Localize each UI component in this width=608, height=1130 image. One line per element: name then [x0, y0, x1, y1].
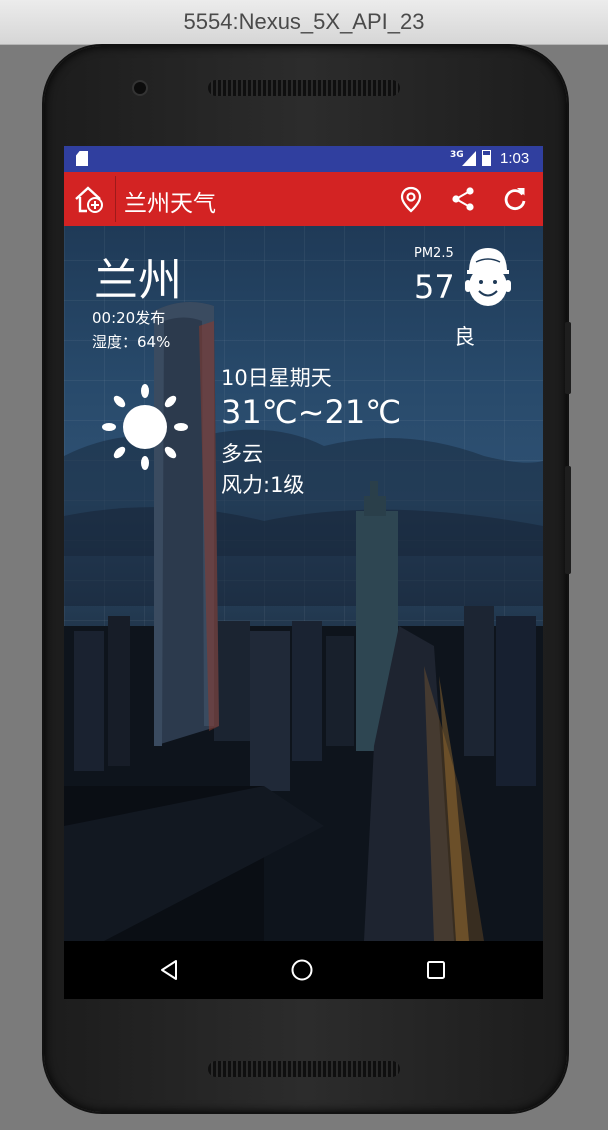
app-toolbar: 兰州天气 — [64, 172, 543, 226]
signal-icon — [462, 151, 476, 166]
publish-time: 00:20发布 — [92, 309, 166, 327]
sd-card-icon — [76, 151, 88, 166]
weather-content: 兰州 00:20发布 湿度：64% PM2.5 57 良 10日星期天 31℃~… — [64, 226, 543, 941]
humidity: 湿度：64% — [92, 333, 171, 351]
status-time: 1:03 — [500, 150, 530, 167]
volume-button[interactable] — [565, 322, 571, 394]
share-icon[interactable] — [449, 185, 477, 213]
pm25-value: 57 — [414, 268, 455, 306]
phone-screen: 3G 1:03 兰州天气 兰州 00:20发布 湿度：64% PM2.5 57 … — [64, 146, 543, 999]
back-icon[interactable] — [157, 958, 181, 982]
air-quality: 良 — [454, 325, 475, 349]
top-speaker — [208, 80, 400, 96]
temperature-range: 31℃~21℃ — [221, 393, 402, 431]
weather-condition: 多云 — [221, 442, 263, 466]
navigation-bar — [64, 941, 543, 999]
power-button[interactable] — [565, 466, 571, 574]
smiley-face-icon — [465, 248, 511, 306]
window-title: 5554:Nexus_5X_API_23 — [183, 9, 425, 34]
recents-icon[interactable] — [424, 958, 448, 982]
network-type: 3G — [450, 150, 464, 160]
pm25-label: PM2.5 — [414, 246, 454, 261]
toolbar-divider — [115, 176, 116, 222]
front-camera — [134, 82, 146, 94]
home-icon[interactable] — [290, 958, 314, 982]
bottom-speaker — [208, 1061, 400, 1077]
home-add-icon[interactable] — [74, 185, 104, 213]
city-name: 兰州 — [94, 255, 182, 306]
emulator-title-bar: 5554:Nexus_5X_API_23 — [0, 0, 608, 45]
status-bar: 3G 1:03 — [64, 146, 543, 172]
toolbar-title: 兰州天气 — [124, 191, 216, 217]
refresh-icon[interactable] — [501, 185, 529, 213]
battery-icon — [482, 150, 491, 166]
forecast-date: 10日星期天 — [221, 366, 332, 390]
wind-level: 风力:1级 — [221, 473, 305, 497]
location-pin-icon[interactable] — [397, 185, 425, 213]
sun-icon — [102, 384, 188, 470]
